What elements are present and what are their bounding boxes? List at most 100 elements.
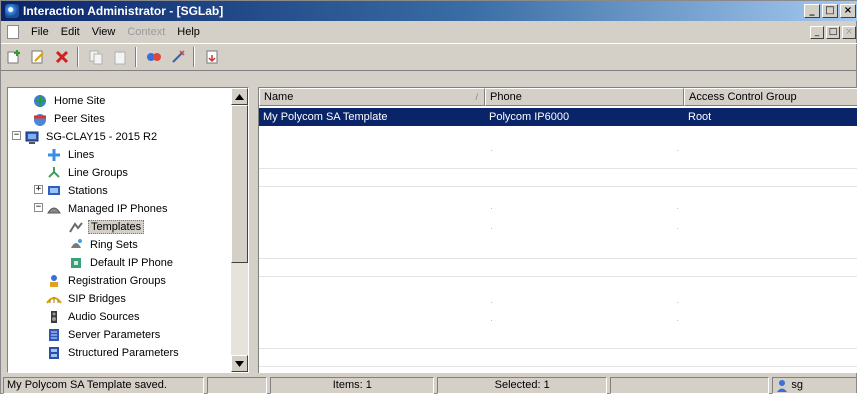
scroll-up-button[interactable] xyxy=(231,88,248,105)
tree-item-label: Structured Parameters xyxy=(68,347,179,359)
paste-button[interactable] xyxy=(109,46,131,68)
tree-pane[interactable]: Home Site Peer Sites − SG-CLAY15 - 2015 … xyxy=(7,87,249,373)
sort-indicator-icon: / xyxy=(475,92,478,102)
menu-view[interactable]: View xyxy=(86,26,122,38)
tree-item-label: Home Site xyxy=(54,95,106,107)
ring-sets-icon xyxy=(71,239,82,248)
column-header-access-control-group[interactable]: Access Control Group xyxy=(684,88,857,106)
properties-icon xyxy=(31,50,44,64)
tree-collapse-toggle[interactable]: − xyxy=(34,203,43,212)
child-minimize-button[interactable]: _ xyxy=(810,25,824,39)
tree-item-label: Server Parameters xyxy=(68,329,161,341)
tree-item-label: Audio Sources xyxy=(68,311,140,323)
column-header-phone[interactable]: Phone xyxy=(485,88,684,106)
toolbar-separator xyxy=(193,47,195,67)
menu-bar: File Edit View Context Help _ □ × xyxy=(1,21,857,43)
tree-item-label: Registration Groups xyxy=(68,275,166,287)
child-restore-button[interactable]: □ xyxy=(826,25,840,39)
home-site-icon xyxy=(34,95,46,107)
stations-icon xyxy=(48,186,60,195)
tree-item-home-site[interactable]: Home Site xyxy=(32,92,107,110)
list-pane[interactable]: Name / Phone Access Control Group My Pol… xyxy=(258,87,857,373)
tree-item-label: Lines xyxy=(68,149,95,161)
wizard-button[interactable] xyxy=(167,46,189,68)
tree-item-default-ip-phone[interactable]: Default IP Phone xyxy=(68,254,175,272)
peer-sites-icon xyxy=(34,114,46,126)
delete-button[interactable] xyxy=(51,46,73,68)
column-header-name[interactable]: Name / xyxy=(259,88,485,106)
menu-help[interactable]: Help xyxy=(171,26,206,38)
table-row[interactable]: My Polycom SA Template Polycom IP6000 Ro… xyxy=(259,108,857,126)
main-window: Interaction Administrator - [SGLab] _ □ … xyxy=(0,0,857,394)
export-button[interactable] xyxy=(201,46,223,68)
managed-ip-phones-icon xyxy=(47,207,61,214)
column-header-label: Phone xyxy=(490,91,522,103)
tree-collapse-toggle[interactable]: − xyxy=(12,131,21,140)
tree-item-audio-sources[interactable]: Audio Sources xyxy=(46,308,142,326)
tree-item-templates[interactable]: Templates xyxy=(68,218,145,236)
cell-phone: Polycom IP6000 xyxy=(489,111,570,123)
status-bar: My Polycom SA Template saved. Items: 1 S… xyxy=(1,375,857,394)
scroll-down-button[interactable] xyxy=(231,355,248,372)
row-divider xyxy=(259,366,857,367)
close-button[interactable]: × xyxy=(840,4,856,18)
menu-edit[interactable]: Edit xyxy=(55,26,86,38)
delete-icon xyxy=(55,50,69,64)
menu-file[interactable]: File xyxy=(25,26,55,38)
default-ip-phone-icon xyxy=(71,258,81,268)
tree-scrollbar[interactable] xyxy=(231,88,248,372)
copy-icon xyxy=(89,50,103,65)
cell-access-control-group: Root xyxy=(688,111,712,123)
new-button[interactable] xyxy=(3,46,25,68)
tree-item-line-groups[interactable]: Line Groups xyxy=(46,164,130,182)
app-icon xyxy=(5,4,19,18)
window-title: Interaction Administrator - [SGLab] xyxy=(23,4,224,18)
tree-item-label: Managed IP Phones xyxy=(68,203,168,215)
tree-item-sip-bridges[interactable]: SIP Bridges xyxy=(46,290,128,308)
child-close-button[interactable]: × xyxy=(842,25,856,39)
maximize-button[interactable]: □ xyxy=(822,4,838,18)
tree-item-label: Ring Sets xyxy=(90,239,138,251)
row-divider xyxy=(259,168,857,169)
tree-item-lines[interactable]: Lines xyxy=(46,146,96,164)
tree-item-managed-ip-phones[interactable]: Managed IP Phones xyxy=(46,200,169,218)
tree-item-label: Templates xyxy=(88,220,145,234)
row-divider xyxy=(259,186,857,187)
tree-item-server-parameters[interactable]: Server Parameters xyxy=(46,326,162,344)
row-divider xyxy=(259,276,857,277)
document-icon[interactable] xyxy=(7,25,19,39)
audio-sources-icon xyxy=(51,311,57,323)
toolbar-separator xyxy=(135,47,137,67)
refresh-button[interactable] xyxy=(143,46,165,68)
status-user: sg xyxy=(772,376,857,394)
title-bar[interactable]: Interaction Administrator - [SGLab] _ □ … xyxy=(1,1,857,21)
tree-item-label: Stations xyxy=(68,185,108,197)
tree-item-registration-groups[interactable]: Registration Groups xyxy=(46,272,168,290)
tree-item-server[interactable]: SG-CLAY15 - 2015 R2 xyxy=(24,128,159,146)
tree-item-label: Line Groups xyxy=(68,167,128,179)
server-icon xyxy=(25,131,39,144)
tree-item-stations[interactable]: Stations xyxy=(46,182,110,200)
tree-item-structured-parameters[interactable]: Structured Parameters xyxy=(46,344,181,362)
templates-icon xyxy=(69,222,83,233)
export-icon xyxy=(206,50,218,64)
server-parameters-icon xyxy=(49,329,59,341)
tree-item-ring-sets[interactable]: Ring Sets xyxy=(68,236,140,254)
lines-icon xyxy=(48,149,60,161)
arrow-down-icon xyxy=(235,360,244,367)
minimize-button[interactable]: _ xyxy=(804,4,820,18)
scroll-thumb[interactable] xyxy=(231,105,248,263)
structured-parameters-icon xyxy=(49,347,59,359)
properties-button[interactable] xyxy=(27,46,49,68)
tree-item-label: SIP Bridges xyxy=(68,293,126,305)
navigation-tree: Home Site Peer Sites − SG-CLAY15 - 2015 … xyxy=(8,88,230,372)
registration-groups-icon xyxy=(50,275,58,287)
status-spacer xyxy=(207,376,268,394)
tree-expand-toggle[interactable]: + xyxy=(34,185,43,194)
tree-item-peer-sites[interactable]: Peer Sites xyxy=(32,110,107,128)
cell-name: My Polycom SA Template xyxy=(263,111,388,123)
status-user-name: sg xyxy=(791,378,803,391)
status-spacer xyxy=(609,376,770,394)
tree-item-label: Default IP Phone xyxy=(90,257,173,269)
copy-button[interactable] xyxy=(85,46,107,68)
